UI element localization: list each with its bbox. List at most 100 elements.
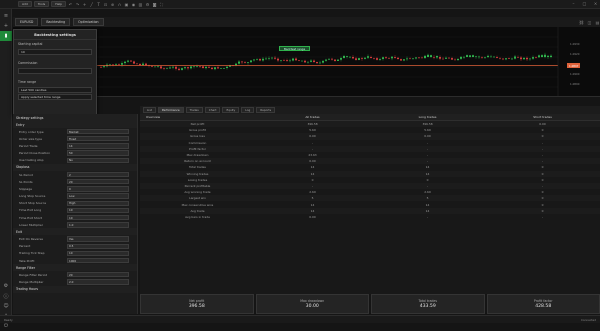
setting-input[interactable]: 10 [67, 208, 129, 213]
fullscreen-icon[interactable]: ⛶ [159, 2, 164, 7]
commission-input[interactable] [18, 68, 92, 74]
close-icon[interactable]: × [593, 1, 598, 6]
tab-trades[interactable]: Trades [186, 107, 203, 113]
tab-reports[interactable]: Reports [256, 107, 275, 113]
tab-log[interactable]: Log [241, 107, 254, 113]
metric-value: 5.69 [370, 128, 485, 132]
metric-value: 396.58 [255, 122, 370, 126]
setting-input[interactable]: Yes [67, 236, 129, 241]
settings-list: EntryEntry order typeMarketOrder size ty… [13, 121, 137, 293]
setting-input[interactable]: 1.0 [67, 222, 129, 227]
tab-symbol[interactable]: EURUSD [15, 18, 38, 26]
link-icon[interactable]: ⛓ [579, 20, 584, 25]
metric-value: 0 [370, 178, 485, 182]
settings-icon[interactable]: ⚙ [0, 281, 12, 291]
setting-input[interactable]: 0 [67, 186, 129, 191]
setting-input[interactable]: 20 [67, 272, 129, 277]
candle-body [262, 59, 264, 61]
measure-icon[interactable]: ⊡ [103, 2, 108, 7]
setting-input[interactable]: High [67, 201, 129, 206]
settings-icon[interactable]: ⚙ [145, 2, 150, 7]
setting-input[interactable]: 14 [67, 143, 129, 148]
redo-icon[interactable]: ↷ [75, 2, 80, 7]
setting-input[interactable]: 10 [67, 215, 129, 220]
split-icon[interactable]: ◫ [587, 20, 592, 25]
magnet-icon[interactable]: ∩ [117, 2, 122, 7]
current-price-tag: 1.0897 [567, 63, 580, 68]
candle-body [127, 61, 129, 62]
setting-input[interactable]: Market [67, 129, 129, 134]
metric-value: - [255, 184, 370, 188]
tab-performance[interactable]: Performance [158, 107, 184, 113]
undo-icon[interactable]: ↶ [68, 2, 73, 7]
user-icon[interactable]: ☺ [0, 301, 12, 311]
lock-icon[interactable]: ▣ [124, 2, 129, 7]
setting-input[interactable]: 1000 [67, 258, 129, 263]
setting-input[interactable]: 50 [67, 150, 129, 155]
setting-input[interactable]: 2 [67, 172, 129, 177]
candle-body [103, 66, 105, 67]
candle-body [499, 58, 501, 59]
candle-body [298, 60, 300, 61]
menu-icon[interactable]: ≡ [0, 11, 12, 21]
chart-canvas[interactable] [13, 27, 600, 97]
price-chart[interactable]: Backtest range 1.0930 1.0920 1.0910 1.09… [13, 27, 600, 97]
section-header[interactable]: Entry [13, 121, 137, 128]
layout-icon[interactable]: ▤ [595, 20, 600, 25]
metric-value: 0 [485, 196, 600, 200]
minimize-icon[interactable]: – [571, 1, 576, 6]
chart-icon[interactable]: ▮ [0, 31, 12, 41]
tab-backtesting[interactable]: Backtesting [41, 18, 70, 26]
setting-input[interactable]: 0.5 [67, 244, 129, 249]
candle-body [433, 57, 435, 58]
add-button[interactable]: Add [18, 1, 32, 7]
trash-icon[interactable]: ▥ [138, 2, 143, 7]
field-label: Commission [14, 59, 96, 67]
candle-body [139, 64, 141, 65]
section-header[interactable]: Stoploss [13, 164, 137, 171]
summary-value: 396.58 [189, 304, 205, 309]
maximize-icon[interactable]: □ [582, 1, 587, 6]
metric-value: 0 [485, 172, 600, 176]
column-header[interactable]: All trades [255, 115, 370, 119]
zoom-icon[interactable]: ⊕ [110, 2, 115, 7]
section-header[interactable]: Trading Hours [13, 286, 137, 293]
starting-capital-input[interactable]: 10 [18, 49, 92, 55]
column-header[interactable]: Long trades [370, 115, 485, 119]
text-icon[interactable]: T [96, 2, 101, 7]
section-header[interactable]: Range Filter [13, 264, 137, 271]
tab-optimization[interactable]: Optimization [73, 18, 103, 26]
camera-icon[interactable]: ◙ [152, 2, 157, 7]
setting-input[interactable]: 2.0 [67, 279, 129, 284]
info-icon[interactable]: ⓘ [0, 291, 12, 301]
candle-body [436, 56, 438, 58]
metric-value: - [255, 147, 370, 151]
add-icon[interactable]: + [0, 21, 12, 31]
setting-input[interactable]: Low [67, 193, 129, 198]
setting-row: Lower Multiplier1.0 [13, 221, 137, 228]
setting-input[interactable]: Fixed [67, 136, 129, 141]
setting-input[interactable]: 20 [67, 179, 129, 184]
setting-input[interactable]: 10 [67, 251, 129, 256]
eye-icon[interactable]: ◉ [131, 2, 136, 7]
tab-equity[interactable]: Equity [222, 107, 239, 113]
apply-range-option[interactable]: Apply selected time range [18, 94, 92, 100]
tab-chart[interactable]: Chart [205, 107, 221, 113]
setting-row: Slippage0 [13, 185, 137, 192]
help-button[interactable]: Help [51, 1, 66, 7]
time-range-select[interactable]: Last 500 candles [18, 87, 92, 93]
candle-body [274, 58, 276, 59]
left-sidebar: ≡ + ▮ ⚙ ⓘ ☺ ⚠ ⏻ [0, 9, 12, 323]
metric-value: 0 [485, 190, 600, 194]
section-header[interactable]: Exit [13, 228, 137, 235]
setting-label: Percent [19, 244, 65, 248]
metric-value: 14 [255, 172, 370, 176]
setting-input[interactable]: No [67, 158, 129, 163]
tab-list[interactable]: List [143, 107, 156, 113]
tools-button[interactable]: Tools [34, 1, 49, 7]
crosshair-icon[interactable]: + [82, 2, 87, 7]
column-header[interactable]: Overview [140, 115, 255, 119]
column-header[interactable]: Short trades [485, 115, 600, 119]
draw-line-icon[interactable]: ╱ [89, 2, 94, 7]
metric-value: - [485, 153, 600, 157]
